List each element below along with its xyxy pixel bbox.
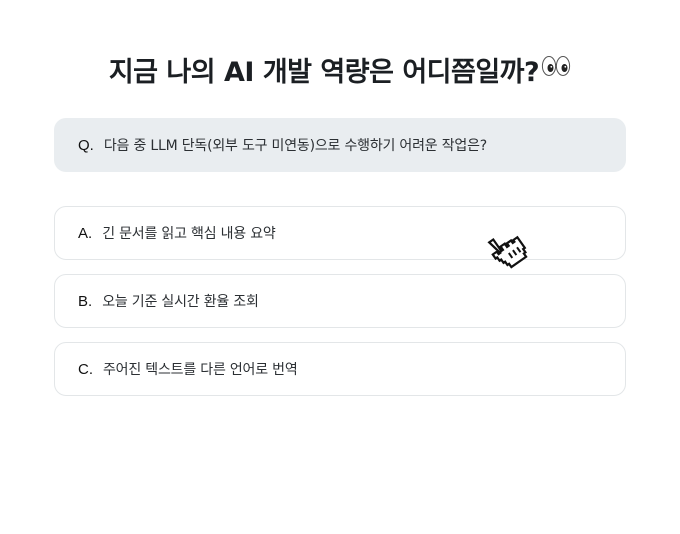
- option-a-button[interactable]: A. 긴 문서를 읽고 핵심 내용 요약: [54, 206, 626, 260]
- option-c-text: 주어진 텍스트를 다른 언어로 번역: [103, 362, 298, 378]
- option-a-marker: A.: [78, 224, 93, 242]
- question-marker: Q.: [78, 136, 94, 154]
- option-b-marker: B.: [78, 292, 93, 310]
- eyes-icon: [541, 55, 571, 81]
- option-b-text: 오늘 기준 실시간 환율 조회: [102, 294, 259, 310]
- option-c-marker: C.: [78, 360, 93, 378]
- page-title: 지금 나의 AI 개발 역량은 어디쯤일까?: [108, 57, 540, 88]
- title-row: 지금 나의 AI 개발 역량은 어디쯤일까?: [0, 50, 680, 89]
- question-text: 다음 중 LLM 단독(외부 도구 미연동)으로 수행하기 어려운 작업은?: [103, 138, 487, 154]
- option-b-button[interactable]: B. 오늘 기준 실시간 환율 조회: [54, 274, 626, 328]
- option-c-button[interactable]: C. 주어진 텍스트를 다른 언어로 번역: [54, 342, 626, 396]
- question-box: Q. 다음 중 LLM 단독(외부 도구 미연동)으로 수행하기 어려운 작업은…: [54, 118, 626, 172]
- option-a-text: 긴 문서를 읽고 핵심 내용 요약: [102, 226, 276, 242]
- pointing-hand-cursor-icon: [478, 222, 540, 274]
- quiz-page: 지금 나의 AI 개발 역량은 어디쯤일까? Q. 다음 중 LLM 단독(외부…: [0, 0, 680, 534]
